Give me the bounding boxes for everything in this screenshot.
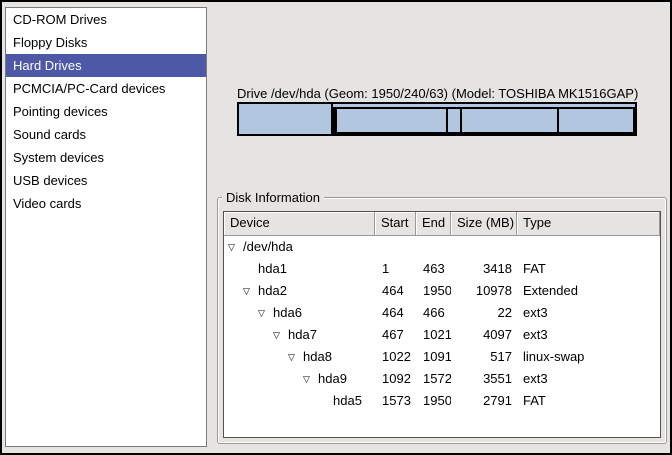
type-cell [517, 236, 660, 258]
sidebar-item-pcmcia-pc-card-devices[interactable]: PCMCIA/PC-Card devices [6, 77, 206, 100]
column-header-end[interactable]: End [416, 212, 451, 236]
start-cell: 1573 [375, 390, 416, 412]
sidebar-item-system-devices[interactable]: System devices [6, 146, 206, 169]
disk-information-frame: Disk Information DeviceStartEndSize (MB)… [217, 197, 667, 444]
device-label: /dev/hda [243, 236, 293, 258]
end-cell [416, 236, 451, 258]
device-label: hda7 [288, 324, 317, 346]
tree-expander-icon[interactable]: ▽ [273, 330, 288, 341]
device-cell: ▽hda8 [224, 346, 375, 368]
sidebar-item-floppy-disks[interactable]: Floppy Disks [6, 31, 206, 54]
partition-segment-hda9 [462, 109, 558, 132]
end-cell: 1950 [416, 280, 451, 302]
partition-segment-hda8 [448, 109, 462, 132]
start-cell: 467 [375, 324, 416, 346]
end-cell: 466 [416, 302, 451, 324]
disk-row-hda2[interactable]: ▽hda2464195010978Extended [224, 280, 660, 302]
device-cell: ▽hda7 [224, 324, 375, 346]
sidebar-item-cd-rom-drives[interactable]: CD-ROM Drives [6, 8, 206, 31]
size-cell: 517 [451, 346, 517, 368]
disk-table-body: ▽/dev/hdahda114633418FAT▽hda246419501097… [224, 236, 660, 437]
size-cell: 22 [451, 302, 517, 324]
disk-row-hda6[interactable]: ▽hda646446622ext3 [224, 302, 660, 324]
drive-info-label: Drive /dev/hda (Geom: 1950/240/63) (Mode… [237, 86, 637, 101]
size-cell: 3418 [451, 258, 517, 280]
end-cell: 1950 [416, 390, 451, 412]
size-cell [451, 236, 517, 258]
disk-table: DeviceStartEndSize (MB)Type ▽/dev/hdahda… [223, 211, 661, 438]
sidebar-item-video-cards[interactable]: Video cards [6, 192, 206, 215]
device-label: hda8 [303, 346, 332, 368]
partition-segment-hda1 [239, 104, 333, 134]
tree-expander-icon[interactable]: ▽ [243, 286, 258, 297]
sidebar-item-hard-drives[interactable]: Hard Drives [6, 54, 206, 77]
start-cell: 464 [375, 302, 416, 324]
device-cell: ▽hda2 [224, 280, 375, 302]
size-cell: 10978 [451, 280, 517, 302]
partition-bar-track [237, 102, 637, 136]
type-cell: FAT [517, 390, 660, 412]
partition-segment-hda7 [337, 109, 448, 132]
tree-expander-icon[interactable]: ▽ [228, 242, 243, 253]
type-cell: FAT [517, 258, 660, 280]
partition-segment-hda5 [559, 109, 635, 132]
disk-table-header: DeviceStartEndSize (MB)Type [224, 212, 660, 236]
end-cell: 1572 [416, 368, 451, 390]
device-label: hda5 [333, 390, 362, 412]
column-header-device[interactable]: Device [224, 212, 375, 236]
column-header-start[interactable]: Start [375, 212, 416, 236]
start-cell [375, 236, 416, 258]
start-cell: 1092 [375, 368, 416, 390]
device-cell: hda1 [224, 258, 375, 280]
device-cell: hda5 [224, 390, 375, 412]
start-cell: 464 [375, 280, 416, 302]
disk-information-frame-label: Disk Information [222, 190, 324, 205]
tree-expander-icon[interactable]: ▽ [258, 308, 273, 319]
column-header-type[interactable]: Type [517, 212, 660, 236]
disk-row-dev-hda[interactable]: ▽/dev/hda [224, 236, 660, 258]
device-label: hda1 [258, 258, 287, 280]
device-cell: ▽hda6 [224, 302, 375, 324]
start-cell: 1022 [375, 346, 416, 368]
disk-row-hda9[interactable]: ▽hda9109215723551ext3 [224, 368, 660, 390]
device-category-list: CD-ROM DrivesFloppy DisksHard DrivesPCMC… [5, 7, 207, 447]
disk-row-hda7[interactable]: ▽hda746710214097ext3 [224, 324, 660, 346]
device-cell: ▽hda9 [224, 368, 375, 390]
size-cell: 2791 [451, 390, 517, 412]
type-cell: ext3 [517, 368, 660, 390]
sidebar-item-pointing-devices[interactable]: Pointing devices [6, 100, 206, 123]
size-cell: 4097 [451, 324, 517, 346]
size-cell: 3551 [451, 368, 517, 390]
start-cell: 1 [375, 258, 416, 280]
end-cell: 463 [416, 258, 451, 280]
extended-partition-hda2 [333, 107, 635, 134]
type-cell: ext3 [517, 324, 660, 346]
tree-expander-icon[interactable]: ▽ [303, 374, 318, 385]
tree-expander-icon[interactable]: ▽ [288, 352, 303, 363]
end-cell: 1021 [416, 324, 451, 346]
type-cell: linux-swap [517, 346, 660, 368]
sidebar-item-sound-cards[interactable]: Sound cards [6, 123, 206, 146]
hardware-browser-window: CD-ROM DrivesFloppy DisksHard DrivesPCMC… [0, 0, 672, 455]
disk-row-hda5[interactable]: hda5 157319502791FAT [224, 390, 660, 412]
device-cell: ▽/dev/hda [224, 236, 375, 258]
column-header-size-mb[interactable]: Size (MB) [451, 212, 517, 236]
sidebar-item-usb-devices[interactable]: USB devices [6, 169, 206, 192]
type-cell: Extended [517, 280, 660, 302]
device-label: hda6 [273, 302, 302, 324]
device-label: hda9 [318, 368, 347, 390]
type-cell: ext3 [517, 302, 660, 324]
disk-row-hda8[interactable]: ▽hda810221091517linux-swap [224, 346, 660, 368]
device-label: hda2 [258, 280, 287, 302]
end-cell: 1091 [416, 346, 451, 368]
disk-row-hda1[interactable]: hda1 14633418FAT [224, 258, 660, 280]
